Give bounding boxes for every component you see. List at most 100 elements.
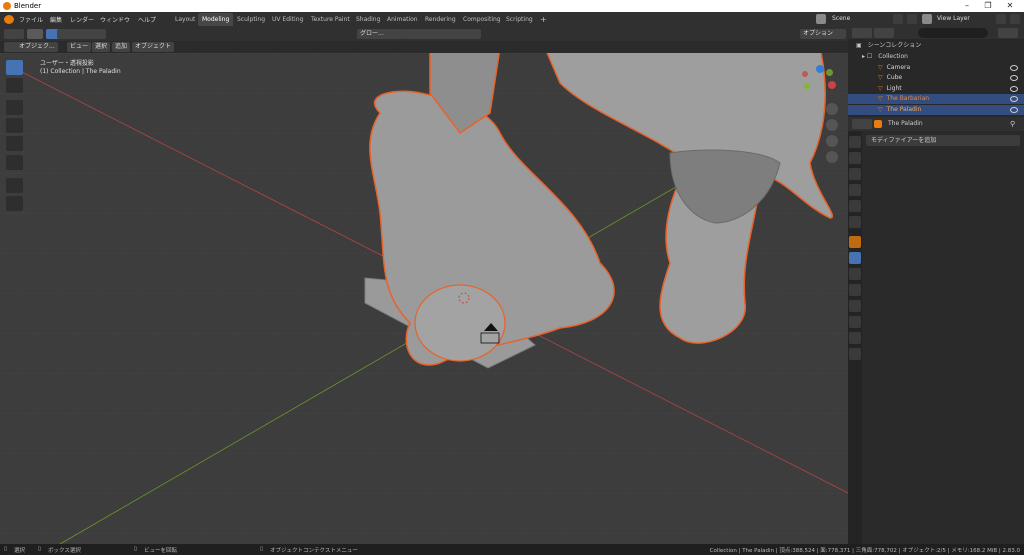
annotate-tool-icon[interactable]	[6, 178, 23, 193]
pan-hand-icon[interactable]	[826, 119, 838, 131]
constraints-properties-icon[interactable]	[849, 300, 861, 312]
add-workspace-button[interactable]: +	[536, 13, 551, 26]
transform-orientation-dropdown[interactable]: グロー...	[357, 29, 403, 39]
outliner-item[interactable]: ▽ The Paladin	[848, 105, 1024, 115]
navigation-gizmo[interactable]	[802, 65, 838, 101]
camera-view-icon[interactable]	[826, 135, 838, 147]
snap-icon[interactable]	[420, 29, 456, 39]
render-properties-icon[interactable]	[849, 152, 861, 164]
properties-editor-type-icon[interactable]	[852, 119, 872, 129]
pivot-point-icon[interactable]	[402, 29, 422, 39]
menu-select[interactable]: 選択	[92, 42, 111, 52]
outliner-item[interactable]: ▽ Camera	[848, 63, 1024, 73]
outliner-item[interactable]: ▽ The Barbarian	[848, 94, 1024, 104]
tool-properties-icon[interactable]	[849, 136, 861, 148]
tab-modeling[interactable]: Modeling	[198, 13, 234, 26]
data-properties-icon[interactable]	[849, 316, 861, 328]
perspective-toggle-icon[interactable]	[826, 151, 838, 163]
world-properties-icon[interactable]	[849, 216, 861, 228]
editor-type-icon[interactable]	[4, 29, 24, 39]
tab-uv-editing[interactable]: UV Editing	[268, 13, 307, 26]
tab-texture-paint[interactable]: Texture Paint	[307, 13, 354, 26]
y-axis-icon[interactable]	[826, 69, 833, 76]
outliner-scene-collection[interactable]: ▣ シーンコレクション	[848, 41, 1024, 51]
visibility-eye-icon[interactable]	[1010, 75, 1018, 81]
view-layer-properties-icon[interactable]	[849, 184, 861, 196]
close-icon[interactable]: ✕	[1005, 1, 1015, 11]
scene-name[interactable]: Scene	[832, 15, 850, 22]
view-layer-name[interactable]: View Layer	[937, 15, 970, 22]
new-view-layer-icon[interactable]	[996, 14, 1006, 24]
visibility-eye-icon[interactable]	[1010, 65, 1018, 71]
menu-view[interactable]: ビュー	[67, 42, 92, 52]
tab-layout[interactable]: Layout	[171, 13, 199, 26]
scene-properties-icon[interactable]	[849, 200, 861, 212]
transform-tool-icon[interactable]	[6, 155, 23, 170]
scene-icon[interactable]	[816, 14, 826, 24]
delete-scene-icon[interactable]	[907, 14, 917, 24]
cursor-tool-icon[interactable]	[6, 78, 23, 93]
material-properties-icon[interactable]	[849, 332, 861, 344]
mesh-object-icon: ▽	[878, 106, 883, 113]
outliner-header	[848, 27, 1024, 39]
select-intersect-icon[interactable]	[90, 29, 106, 39]
object-properties-icon[interactable]	[849, 236, 861, 248]
filter-icon[interactable]	[998, 28, 1018, 38]
scale-tool-icon[interactable]	[6, 136, 23, 151]
particles-properties-icon[interactable]	[849, 268, 861, 280]
3d-viewport[interactable]: ユーザー・透視投影 (1) Collection | The Paladin	[0, 53, 848, 544]
new-scene-icon[interactable]	[893, 14, 903, 24]
blender-menu-icon[interactable]	[4, 15, 14, 24]
menu-file[interactable]: ファイル	[19, 15, 43, 24]
neg-y-axis-icon[interactable]	[804, 83, 810, 89]
tab-compositing[interactable]: Compositing	[459, 13, 505, 26]
pin-icon[interactable]: ⚲	[1010, 120, 1015, 128]
menu-edit[interactable]: 編集	[50, 15, 62, 24]
outliner-item[interactable]: ▽ Cube	[848, 73, 1024, 83]
menu-add[interactable]: 追加	[112, 42, 131, 52]
status-context-menu: オブジェクトコンテクストメニュー	[270, 548, 358, 554]
visibility-eye-icon[interactable]	[1010, 86, 1018, 92]
view-layer-icon[interactable]	[922, 14, 932, 24]
window-title: Blender	[14, 2, 42, 10]
outliner-collection[interactable]: ▸ ☐ Collection	[848, 52, 1024, 62]
output-properties-icon[interactable]	[849, 168, 861, 180]
display-mode-icon[interactable]	[874, 28, 894, 38]
delete-view-layer-icon[interactable]	[1010, 14, 1020, 24]
tab-sculpting[interactable]: Sculpting	[233, 13, 269, 26]
modifier-properties-icon[interactable]	[849, 252, 861, 264]
visibility-eye-icon[interactable]	[1010, 107, 1018, 113]
neg-x-axis-icon[interactable]	[802, 71, 808, 77]
outliner-editor-type-icon[interactable]	[852, 28, 872, 38]
tab-shading[interactable]: Shading	[352, 13, 384, 26]
zoom-icon[interactable]	[826, 103, 838, 115]
select-tool-icon[interactable]	[6, 60, 23, 75]
tab-animation[interactable]: Animation	[383, 13, 422, 26]
z-axis-icon[interactable]	[816, 65, 824, 73]
mode-dropdown[interactable]: オブジェク...	[16, 42, 58, 52]
measure-tool-icon[interactable]	[6, 196, 23, 211]
menu-render[interactable]: レンダー	[70, 15, 94, 24]
physics-properties-icon[interactable]	[849, 284, 861, 296]
options-dropdown[interactable]: オプション	[800, 29, 846, 39]
texture-properties-icon[interactable]	[849, 348, 861, 360]
menu-window[interactable]: ウィンドウ	[100, 15, 130, 24]
scene-collection-icon: ▣	[856, 42, 862, 49]
menu-help[interactable]: ヘルプ	[138, 15, 156, 24]
tab-scripting[interactable]: Scripting	[502, 13, 537, 26]
outliner-item[interactable]: ▽ Light	[848, 84, 1024, 94]
select-mode-icon[interactable]	[27, 29, 43, 39]
x-axis-icon[interactable]	[828, 81, 836, 89]
visibility-eye-icon[interactable]	[1010, 96, 1018, 102]
menu-object[interactable]: オブジェクト	[132, 42, 175, 52]
outliner-search-input[interactable]	[918, 28, 988, 38]
add-modifier-dropdown[interactable]: モディファイアーを追加	[866, 135, 1020, 146]
tab-rendering[interactable]: Rendering	[421, 13, 460, 26]
move-tool-icon[interactable]	[6, 100, 23, 115]
properties-header: The Paladin ⚲	[848, 117, 1024, 131]
proportional-edit-icon[interactable]	[453, 29, 481, 39]
viewport-canvas[interactable]	[0, 53, 848, 544]
rotate-tool-icon[interactable]	[6, 118, 23, 133]
minimize-icon[interactable]: –	[962, 1, 972, 11]
maximize-icon[interactable]: ❐	[983, 1, 993, 11]
